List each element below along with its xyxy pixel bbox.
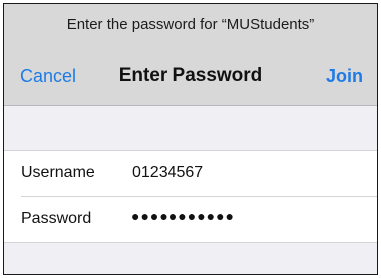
cancel-button[interactable]: Cancel [20, 66, 76, 87]
username-label: Username [21, 164, 95, 181]
password-prompt: Enter the password for “MUStudents” [66, 16, 315, 33]
password-field[interactable]: ●●●●●●●●●●● [131, 208, 235, 224]
password-dialog: Enter the password for “MUStudents” Canc… [3, 3, 378, 275]
password-row[interactable]: Password ●●●●●●●●●●● [4, 197, 377, 242]
dialog-header: Enter the password for “MUStudents” Canc… [4, 4, 377, 106]
username-field[interactable]: 01234567 [132, 164, 203, 182]
join-button[interactable]: Join [326, 66, 363, 87]
username-row[interactable]: Username 01234567 [4, 151, 377, 197]
credentials-form: Username 01234567 Password ●●●●●●●●●●● [4, 150, 377, 243]
password-label: Password [21, 210, 92, 227]
